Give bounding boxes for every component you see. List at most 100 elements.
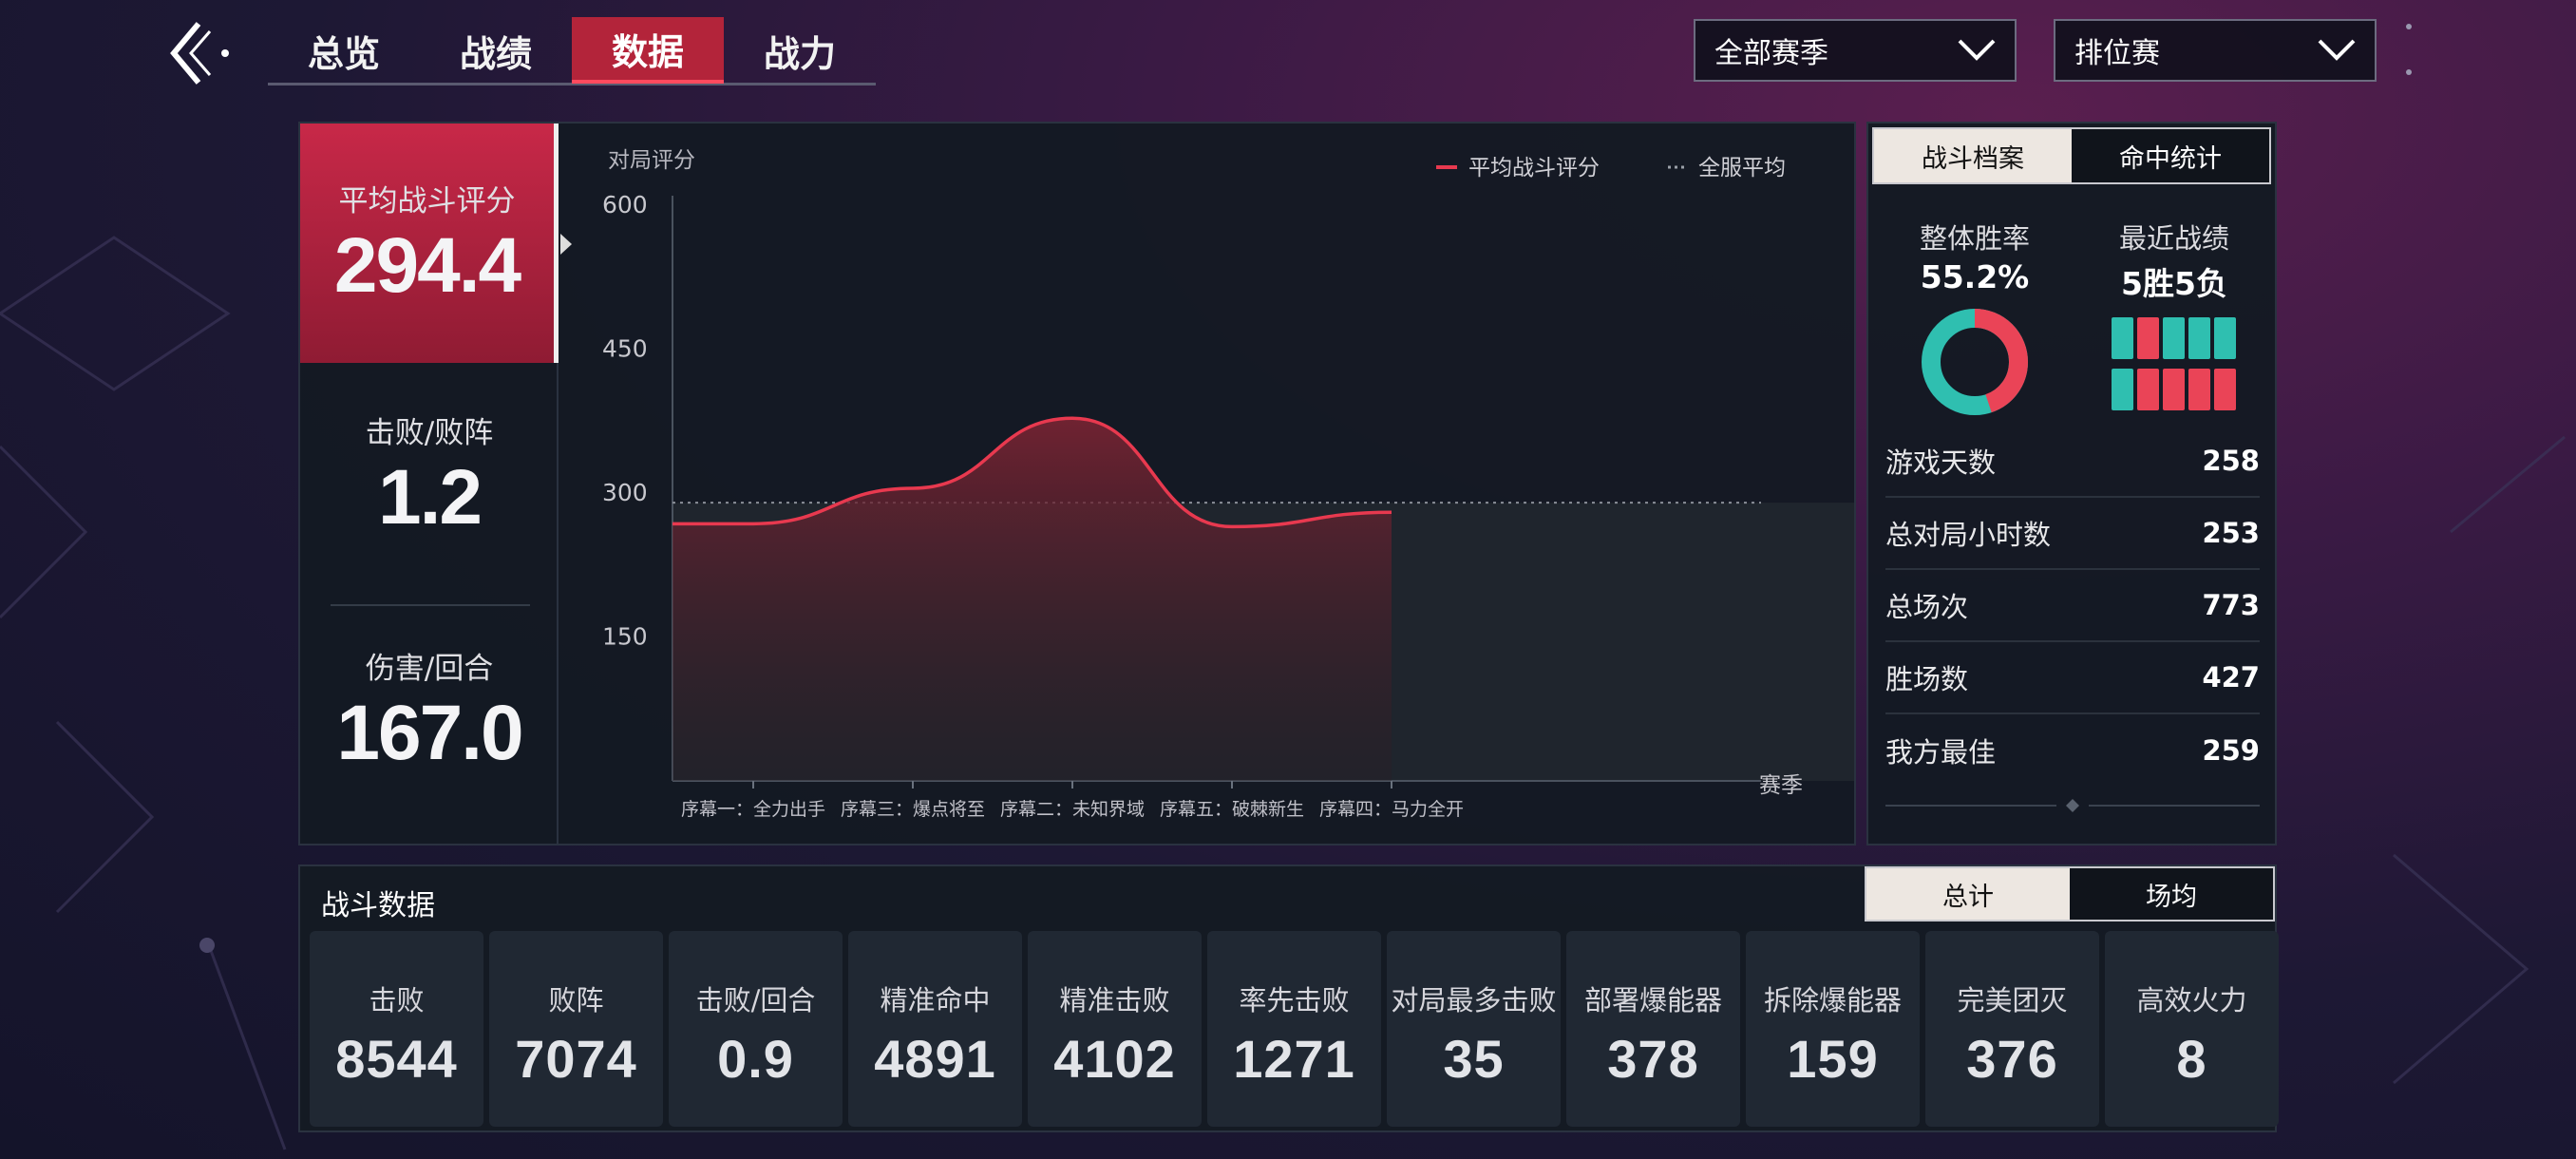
x-tick-label: 序幕五：破棘新生 [1160,799,1304,820]
recent-value: 5胜5负 [2121,265,2227,302]
main-tabs: 总览 战绩 数据 战力 [268,17,876,86]
stat-tile: 率先击败 1271 [1207,931,1381,1127]
kd-label: 击败/败阵 [365,416,494,450]
recent-results-grid [2112,317,2236,410]
back-button[interactable] [160,17,236,89]
stat-value: 259 [2202,734,2260,767]
recent-block: 最近战绩 5胜5负 [2079,217,2269,416]
legend-series-label: 平均战斗评分 [1468,156,1600,180]
avg-rating-stat[interactable]: 平均战斗评分 294.4 [300,124,559,363]
recent-win-cell [2188,317,2210,359]
tile-value: 8 [2176,1029,2207,1089]
combat-data-title: 战斗数据 [321,889,435,922]
stat-tile: 部署爆能器 378 [1566,931,1740,1127]
y-tick-label: 300 [602,479,648,506]
list-item: 总对局小时数 253 [1885,498,2260,570]
season-dropdown-value: 全部赛季 [1714,37,1828,70]
list-item: 游戏天数 258 [1885,426,2260,498]
tab-total[interactable]: 总计 [1866,868,2070,920]
recent-label: 最近战绩 [2118,222,2229,255]
stat-value: 427 [2202,661,2260,694]
recent-win-cell [2112,317,2133,359]
stat-tile: 击败/回合 0.9 [669,931,843,1127]
x-tick-label: 序幕一：全力出手 [681,799,825,820]
tile-value: 376 [1966,1029,2058,1089]
recent-loss-cell [2188,369,2210,410]
back-arrow-icon [170,22,229,85]
chart-svg: 600 450 300 150 对局评分赛季序幕一：全力出手 序幕三：爆点将至 序幕二：未知… [602,148,1860,820]
season-dropdown[interactable]: 全部赛季 [1694,19,2017,82]
x-tick-label: 序幕二：未知界域 [1000,799,1145,820]
tile-value: 4891 [874,1029,996,1089]
winrate-donut [1922,309,2028,415]
decorative-divider [1885,799,2260,812]
tile-label: 率先击败 [1239,984,1350,1016]
chevron-down-icon [1958,39,1996,61]
avg-rating-value: 294.4 [333,222,521,309]
recent-loss-cell [2137,369,2159,410]
tab-combat-profile[interactable]: 战斗档案 [1874,129,2072,182]
profile-tabs: 战斗档案 命中统计 [1872,127,2271,184]
y-tick-label: 450 [602,335,648,363]
chevron-down-icon [2318,39,2356,61]
legend-reference-label: 全服平均 [1698,156,1786,180]
tab-record[interactable]: 战绩 [420,17,572,84]
x-axis-label: 赛季 [1759,773,1803,798]
series-area [672,418,1392,781]
mode-dropdown-value: 排位赛 [2074,37,2160,70]
y-axis-label: 对局评分 [608,148,695,173]
recent-win-cell [2163,317,2185,359]
tile-label: 拆除爆能器 [1763,984,1902,1016]
profile-card: 战斗档案 命中统计 整体胜率 55.2% 最近战绩 5胜5负 游戏天数 258 总… [1866,122,2277,846]
x-tick-label: 序幕三：爆点将至 [841,799,985,820]
tile-value: 378 [1607,1029,1699,1089]
stat-column: 平均战斗评分 294.4 击败/败阵 1.2 伤害/回合 167.0 [300,124,572,844]
profile-summary: 整体胜率 55.2% 最近战绩 5胜5负 [1868,217,2279,415]
tile-value: 1271 [1233,1029,1355,1089]
y-tick-label: 150 [602,623,648,651]
avg-rating-label: 平均战斗评分 [338,184,516,218]
stat-tile: 对局最多击败 35 [1387,931,1561,1127]
tab-power[interactable]: 战力 [724,17,876,84]
tile-label: 精准命中 [880,984,991,1016]
stat-tile: 精准击败 4102 [1028,931,1202,1127]
tile-label: 精准击败 [1059,984,1170,1016]
stat-key: 总对局小时数 [1885,519,2052,551]
divider [331,604,530,606]
kd-value: 1.2 [378,454,483,541]
recent-loss-cell [2214,369,2236,410]
stat-value: 253 [2202,517,2260,549]
recent-loss-cell [2137,317,2159,359]
stat-value: 258 [2202,445,2260,477]
stat-key: 我方最佳 [1885,736,1997,769]
list-item: 总场次 773 [1885,570,2260,642]
combat-data-card: 战斗数据 总计 场均 击败 8544 败阵 7074 击败/回合 0.9 精准命中 48… [298,864,2279,1132]
kd-stat[interactable]: 击败/败阵 1.2 [300,408,559,542]
recent-loss-cell [2163,369,2185,410]
tile-label: 部署爆能器 [1583,984,1722,1016]
combat-tabs: 总计 场均 [1865,866,2275,922]
stat-tile: 完美团灭 376 [1925,931,2099,1127]
list-item: 我方最佳 259 [1885,714,2260,787]
x-tick-label: 序幕四：马力全开 [1319,799,1464,820]
tab-overview[interactable]: 总览 [268,17,420,84]
winrate-label: 整体胜率 [1919,222,2030,255]
tile-label: 击败/回合 [695,984,816,1016]
damage-stat[interactable]: 伤害/回合 167.0 [300,644,559,778]
tile-value: 159 [1787,1029,1879,1089]
tab-data[interactable]: 数据 [572,17,724,84]
combat-tiles: 击败 8544 败阵 7074 击败/回合 0.9 精准命中 4891 精准击败 4102… [310,931,2279,1127]
tab-hit-stats[interactable]: 命中统计 [2072,129,2269,182]
tab-per-match[interactable]: 场均 [2070,868,2273,920]
tile-label: 完美团灭 [1957,984,2068,1016]
stat-tile: 精准命中 4891 [848,931,1022,1127]
winrate-block: 整体胜率 55.2% [1880,217,2070,423]
combat-tabs-wrap: 总计 场均 [1865,866,2275,922]
tile-value: 8544 [335,1029,458,1089]
stat-key: 胜场数 [1885,663,1969,695]
damage-label: 伤害/回合 [365,652,494,686]
mode-dropdown[interactable]: 排位赛 [2054,19,2377,82]
rating-chart: 600 450 300 150 对局评分 赛季 序幕一：全力出手 序幕三：爆点将至 序幕二：未知… [560,124,1860,844]
recent-win-cell [2112,369,2133,410]
tile-value: 4102 [1053,1029,1176,1089]
